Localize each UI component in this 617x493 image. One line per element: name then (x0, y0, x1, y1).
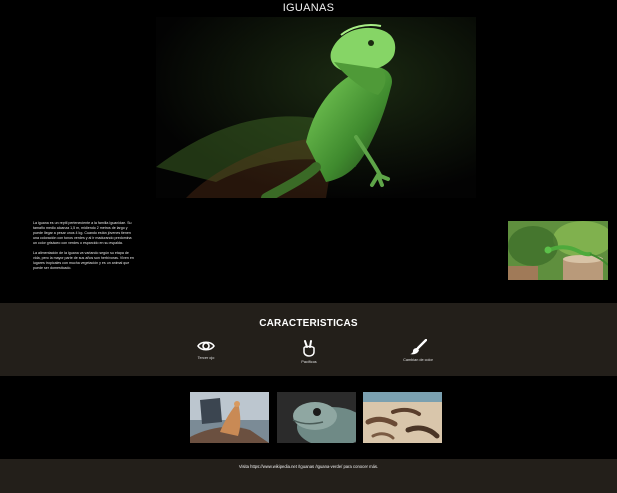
gallery-photo (277, 392, 356, 443)
hero-image (156, 17, 476, 198)
gallery-photo (190, 392, 269, 443)
gallery-photo (363, 392, 442, 443)
feature-color-change: Cambian de color (388, 339, 448, 362)
footer: Visita https://www.wikipedia.net /Iguana… (0, 459, 617, 493)
feature-peaceful: Pacíficos (279, 339, 339, 364)
intro-paragraph: La alimentación de la iguana va variando… (33, 251, 134, 270)
gallery (0, 392, 617, 444)
intro-paragraph: La iguana es un reptil perteneciente a l… (33, 221, 132, 245)
feature-label: Cambian de color (403, 358, 433, 362)
footer-text: Visita https://www.wikipedia.net /Iguana… (238, 464, 379, 469)
eye-icon (197, 341, 215, 351)
feature-label: Tercer ojo (197, 356, 215, 360)
paintbrush-icon (410, 339, 427, 355)
intro-section: La iguana es un reptil perteneciente a l… (0, 218, 617, 303)
features-section: CARACTERISTICAS Tercer ojo Pacíficos Cam… (0, 303, 617, 376)
page-title: IGUANAS (282, 2, 335, 14)
hero-iguana-illustration (156, 17, 476, 198)
intro-photo (508, 221, 608, 280)
iguana-head-illustration (277, 392, 356, 443)
intro-text: La iguana es un reptil perteneciente a l… (33, 221, 135, 271)
feature-label: Pacíficos (301, 360, 317, 364)
iguana-on-rock-illustration (190, 392, 269, 443)
iguanas-on-sand-illustration (363, 392, 442, 443)
iguana-on-stump-illustration (508, 221, 608, 280)
peace-hand-icon (303, 340, 315, 357)
feature-third-eye: Tercer ojo (176, 339, 236, 360)
features-title: CARACTERISTICAS (259, 318, 358, 329)
